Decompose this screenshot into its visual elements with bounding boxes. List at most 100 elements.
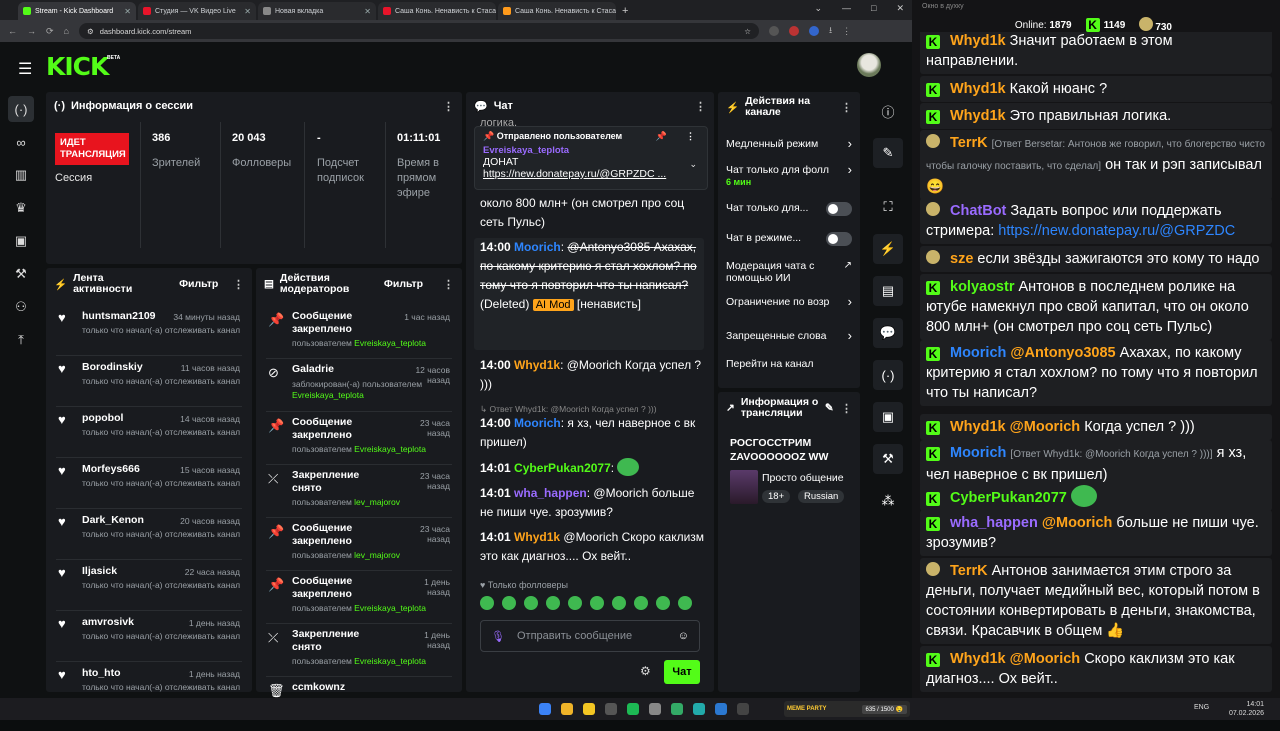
activity-item[interactable]: ♥ Morfeys666 15 часов назад только что нача… [46, 461, 252, 511]
activity-item[interactable]: ♥ huntsman2109 34 минуты назад только что н… [46, 308, 252, 358]
avatar[interactable] [857, 53, 881, 77]
hamburger-icon[interactable]: ☰ [18, 59, 32, 79]
close-icon[interactable]: ✕ [364, 7, 371, 16]
minimize-icon[interactable]: — [842, 3, 851, 14]
language-indicator[interactable]: ENG [1194, 704, 1209, 711]
close-icon[interactable]: ✕ [244, 7, 251, 16]
download-icon[interactable]: ⭳ [829, 23, 832, 39]
telegram-icon[interactable] [715, 703, 727, 715]
channel-action-item[interactable]: Модерация чата с помощью ИИ ↗ [726, 260, 852, 284]
upload-icon[interactable]: ⤒ [8, 327, 34, 353]
mod-action-item[interactable]: 📌 Сообщение закреплено 1 час назад пользова… [256, 308, 462, 360]
edit-icon[interactable]: ✎ [825, 402, 834, 414]
pinned-link[interactable]: https://new.donatepay.ru/@GRPZDC ... [483, 168, 683, 180]
filter-button[interactable]: Фильтр [179, 278, 218, 290]
url-input[interactable]: ⚙ dashboard.kick.com/stream ☆ [78, 23, 759, 39]
channel-action-item[interactable]: Ограничение по возр › [726, 295, 852, 308]
back-icon[interactable]: ← [8, 26, 17, 36]
emote-icon[interactable] [678, 596, 692, 610]
more-icon[interactable]: ⋮ [443, 278, 454, 291]
document-icon[interactable]: ▤ [873, 276, 903, 306]
emote-icon[interactable] [480, 596, 494, 610]
emote-icon[interactable] [656, 596, 670, 610]
channel-action-item[interactable]: Запрещенные слова › [726, 329, 852, 342]
chat-icon[interactable]: 💬 [873, 318, 903, 348]
windows-icon[interactable] [539, 703, 551, 715]
channel-action-item[interactable]: Перейти на канал [726, 358, 852, 370]
info-icon[interactable]: ⓘ [873, 96, 903, 126]
emote-icon[interactable] [524, 596, 538, 610]
mod-action-item[interactable]: 📌 Сообщение закреплено 1 день назад пользов… [256, 573, 462, 625]
more-icon[interactable]: ⋮ [695, 100, 706, 113]
chat-input[interactable]: 🎙 Отправить сообщение ☺ [480, 620, 700, 652]
extension-icon[interactable] [808, 26, 819, 36]
more-icon[interactable]: ⋮ [686, 131, 695, 142]
activity-item[interactable]: ♥ Iljasick 22 часа назад только что начал(-… [46, 563, 252, 613]
analytics-icon[interactable]: ▥ [8, 162, 34, 188]
app-icon[interactable] [671, 703, 683, 715]
kick-logo[interactable]: KICK [46, 52, 109, 81]
chrome-icon[interactable] [561, 703, 573, 715]
more-icon[interactable]: ⋮ [841, 101, 852, 114]
mod-action-item[interactable]: ⤫ Закрепление снято 23 часа назад пользоват… [256, 467, 462, 519]
star-icon[interactable]: ☆ [744, 27, 751, 36]
app-icon[interactable] [737, 703, 749, 715]
emote-icon[interactable] [546, 596, 560, 610]
more-icon[interactable]: ⋮ [233, 278, 244, 291]
wrench-icon[interactable]: ⚒ [873, 444, 903, 474]
mod-action-item[interactable]: ⊘ Galadrie 12 часов назад заблокирован(-а) … [256, 361, 462, 413]
filter-button[interactable]: Фильтр [384, 278, 423, 290]
mod-action-item[interactable]: 📌 Сообщение закреплено 23 часа назад пользо… [256, 414, 462, 466]
browser-tab[interactable]: Студия — VK Видео Live ✕ [138, 2, 256, 20]
emote-icon[interactable] [568, 596, 582, 610]
channel-action-item[interactable]: Чат только для... [726, 202, 852, 216]
tab-search-icon[interactable]: ⌄ [814, 3, 822, 14]
activity-item[interactable]: ♥ Dark_Kenon 20 часов назад только что нача… [46, 512, 252, 562]
apps-icon[interactable]: ⁂ [873, 486, 903, 516]
explorer-icon[interactable] [583, 703, 595, 715]
close-icon[interactable]: ✕ [124, 7, 131, 16]
video-icon[interactable]: ▣ [8, 228, 34, 254]
app-icon[interactable] [693, 703, 705, 715]
wrench-icon[interactable]: ⚒ [8, 261, 34, 287]
toggle-switch[interactable] [826, 202, 852, 216]
trophy-icon[interactable]: ♛ [8, 195, 34, 221]
forward-icon[interactable]: → [27, 26, 36, 36]
pin-icon[interactable]: 📌 [656, 131, 667, 142]
toggle-switch[interactable] [826, 232, 852, 246]
send-chat-button[interactable]: Чат [664, 660, 700, 684]
reload-icon[interactable]: ⟳ [46, 26, 54, 37]
channel-action-item[interactable]: Чат только для фолл 6 мин › [726, 163, 852, 188]
emote-icon[interactable] [590, 596, 604, 610]
bolt-icon[interactable]: ⚡ [873, 234, 903, 264]
site-info-icon[interactable]: ⚙ [87, 27, 94, 36]
extension-icon[interactable] [788, 26, 799, 36]
video-icon[interactable]: ▣ [873, 402, 903, 432]
browser-tab[interactable]: Саша Конь. Ненависть к Стаса✕ [378, 2, 496, 20]
pinned-user[interactable]: Evreiskaya_teplota [483, 145, 569, 156]
channel-action-item[interactable]: Чат в режиме... [726, 232, 852, 246]
link-icon[interactable]: ∞ [8, 129, 34, 155]
emote-bar[interactable] [480, 596, 706, 616]
emoji-icon[interactable]: ☺ [678, 630, 689, 642]
emote-icon[interactable] [634, 596, 648, 610]
activity-item[interactable]: ♥ Borodinskiy 11 часов назад только что нач… [46, 359, 252, 409]
mic-icon[interactable]: 🎙 [491, 630, 505, 643]
browser-tab[interactable]: Новая вкладка ✕ [258, 2, 376, 20]
spotify-icon[interactable] [627, 703, 639, 715]
activity-item[interactable]: ♥ popobol 14 часов назад только что начал(-… [46, 410, 252, 460]
new-tab-icon[interactable]: + [622, 5, 628, 17]
pinned-message[interactable]: 📌 Отправлено пользователем 📌 ⋮ Evreiskaya_… [474, 126, 708, 190]
channel-action-item[interactable]: Медленный режим › [726, 137, 852, 150]
users-icon[interactable]: ⚇ [8, 294, 34, 320]
activity-item[interactable]: ♥ amvrosivk 1 день назад только что начал(-… [46, 614, 252, 664]
edit-icon[interactable]: ✎ [873, 138, 903, 168]
browser-tab[interactable]: Stream - Kick Dashboard ✕ [18, 2, 136, 20]
extension-icon[interactable] [768, 26, 779, 36]
menu-icon[interactable]: ⋮ [842, 26, 851, 37]
browser-tab[interactable]: Саша Конь. Ненависть к Стаса✕ [498, 2, 616, 20]
more-icon[interactable]: ⋮ [841, 402, 852, 415]
settings-icon[interactable]: ⚙ [640, 664, 651, 678]
chevron-down-icon[interactable]: ⌄ [689, 159, 697, 170]
broadcast-icon[interactable]: (·) [873, 360, 903, 390]
